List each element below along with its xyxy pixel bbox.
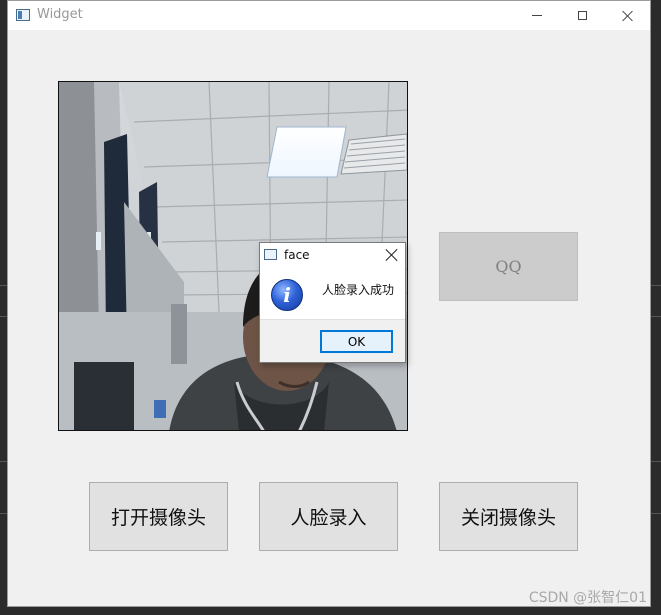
close-camera-button[interactable]: 关闭摄像头 bbox=[439, 482, 578, 551]
minimize-icon bbox=[532, 15, 542, 16]
dialog-button-bar: OK bbox=[260, 319, 405, 362]
main-window: Widget QQ 打开摄像头 人脸录入 关闭摄像头 face i 人脸录入成功… bbox=[7, 0, 651, 607]
window-title: Widget bbox=[37, 7, 83, 22]
watermark-text: CSDN @张智仁01 bbox=[528, 590, 647, 606]
minimize-button[interactable] bbox=[514, 1, 560, 30]
face-enroll-button[interactable]: 人脸录入 bbox=[259, 482, 398, 551]
window-close-button[interactable] bbox=[605, 1, 650, 30]
title-bar[interactable]: Widget bbox=[8, 1, 650, 30]
app-window-icon bbox=[16, 9, 30, 21]
dialog-title-bar[interactable]: face bbox=[260, 243, 405, 267]
dialog-title: face bbox=[284, 248, 310, 262]
info-icon: i bbox=[271, 279, 303, 311]
dialog-message: 人脸录入成功 bbox=[322, 283, 395, 297]
app-window-icon bbox=[264, 249, 277, 260]
open-camera-button[interactable]: 打开摄像头 bbox=[89, 482, 228, 551]
maximize-icon bbox=[577, 11, 587, 20]
close-icon bbox=[622, 10, 634, 22]
qq-button[interactable]: QQ bbox=[439, 232, 578, 301]
face-message-dialog: face i 人脸录入成功 OK bbox=[259, 242, 406, 363]
ok-button[interactable]: OK bbox=[320, 330, 393, 353]
maximize-button[interactable] bbox=[559, 1, 605, 30]
close-icon[interactable] bbox=[385, 248, 399, 262]
